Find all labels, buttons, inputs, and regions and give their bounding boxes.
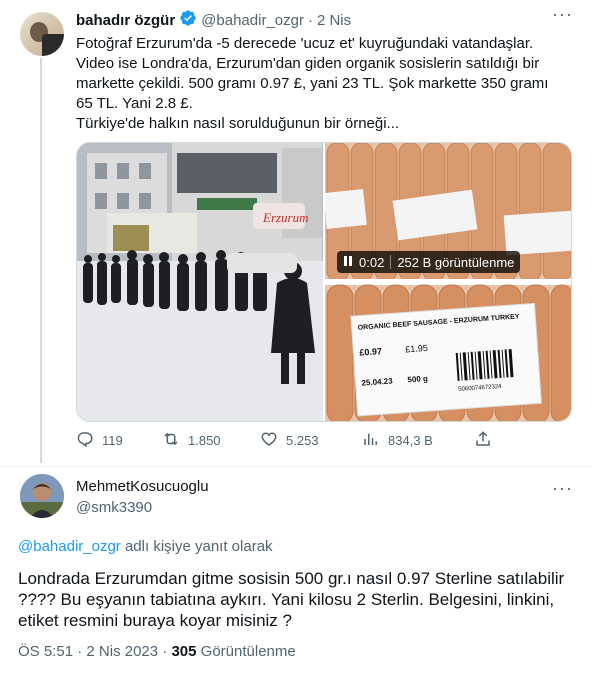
reply-views-label: Görüntülenme xyxy=(200,643,296,660)
tweet-text-line: markette çekildi. 500 gramı 0.97 £, yani… xyxy=(76,75,549,92)
like-action[interactable]: 5.253 xyxy=(260,430,319,451)
tweet-text-line: Fotoğraf Erzurum'da -5 derecede 'ucuz et… xyxy=(76,35,534,52)
share-action[interactable] xyxy=(474,430,492,451)
views-action[interactable]: 834,3 B xyxy=(362,430,433,451)
like-count: 5.253 xyxy=(286,433,319,448)
tweet-text: Fotoğraf Erzurum'da -5 derecede 'ucuz et… xyxy=(76,34,571,134)
tweet-actions: 119 1.850 5.253 834,3 B xyxy=(76,430,572,454)
header-separator: · xyxy=(307,11,313,29)
retweet-count: 1.850 xyxy=(188,433,221,448)
replying-to: @bahadir_ozgr adlı kişiye yanıt olarak xyxy=(18,538,273,555)
avatar-photo xyxy=(20,474,64,518)
verified-badge-icon xyxy=(179,9,197,31)
retweet-action[interactable]: 1.850 xyxy=(162,430,221,451)
badge-divider xyxy=(390,255,392,269)
reply-meta: ÖS 5:51 · 2 Nis 2023 · 305 Görüntülenme xyxy=(18,643,296,660)
retweet-icon xyxy=(162,430,180,451)
reply-more-options-icon[interactable]: ··· xyxy=(552,478,573,499)
store-sign: Erzurum xyxy=(262,210,309,225)
reply-text-line: Londrada Erzurumdan gitme sosisin 500 gr… xyxy=(18,569,565,588)
video-views: 252 B görüntülenme xyxy=(397,254,515,270)
author-name[interactable]: bahadır özgür xyxy=(76,12,175,29)
replying-to-suffix: adlı kişiye yanıt olarak xyxy=(120,538,273,555)
reply-date[interactable]: 2 Nis 2023 xyxy=(86,643,158,660)
reply-text: Londrada Erzurumdan gitme sosisin 500 gr… xyxy=(18,568,574,631)
heart-icon xyxy=(260,430,278,451)
views-chart-icon xyxy=(362,430,380,451)
price-label: ORGANIC BEEF SAUSAGE - ERZURUM TURKEY £0… xyxy=(350,302,542,417)
author-handle[interactable]: @bahadir_ozgr xyxy=(201,12,304,29)
tweet-text-line: Türkiye'de halkın nasıl sorulduğunun bir… xyxy=(76,115,400,132)
replying-to-link[interactable]: @bahadir_ozgr xyxy=(18,538,121,555)
reply-author-handle[interactable]: @smk3390 xyxy=(76,499,152,516)
meta-separator: · xyxy=(77,643,87,660)
tweet-text-line: 65 TL. Yani 2.8 £. xyxy=(76,95,193,112)
tweet-header: bahadır özgür @bahadir_ozgr · 2 Nis xyxy=(76,10,351,30)
avatar-shape xyxy=(42,34,64,56)
divider xyxy=(0,466,592,467)
reply-time[interactable]: ÖS 5:51 xyxy=(18,643,73,660)
tweet-time[interactable]: 2 Nis xyxy=(317,12,351,29)
reply-count: 119 xyxy=(102,433,123,448)
more-options-icon[interactable]: ··· xyxy=(552,4,573,25)
reply-text-line: etiket resmini buraya koyar misiniz ? xyxy=(18,611,292,630)
views-count: 834,3 B xyxy=(388,433,433,448)
tweet-text-line: Video ise Londra'da, Erzurum'dan giden o… xyxy=(76,55,540,72)
reply-author-name[interactable]: MehmetKosucuoglu xyxy=(76,478,209,495)
tweet-media[interactable]: Erzurum ORGANIC BEEF SAUSAGE - ERZURUM T… xyxy=(76,142,572,422)
sausage-video[interactable]: ORGANIC BEEF SAUSAGE - ERZURUM TURKEY £0… xyxy=(325,143,572,422)
pause-icon[interactable] xyxy=(343,255,353,270)
label-weight: 500 g xyxy=(407,374,428,384)
reply-icon xyxy=(76,430,94,451)
label-price-2: £1.95 xyxy=(405,343,428,355)
author-avatar[interactable] xyxy=(20,12,64,56)
reply-author-avatar[interactable] xyxy=(20,474,64,518)
share-icon xyxy=(474,430,492,451)
label-price: £0.97 xyxy=(359,346,382,358)
video-time: 0:02 xyxy=(359,254,385,270)
reply-action[interactable]: 119 xyxy=(76,430,123,451)
queue-photo[interactable]: Erzurum xyxy=(77,143,323,422)
reply-text-line: ???? Bu eşyanın tabiatına aykırı. Yani k… xyxy=(18,590,555,609)
thread-connector-line xyxy=(40,58,42,463)
video-badge[interactable]: 0:02 252 B görüntülenme xyxy=(337,251,521,273)
reply-views-count: 305 xyxy=(171,643,197,660)
